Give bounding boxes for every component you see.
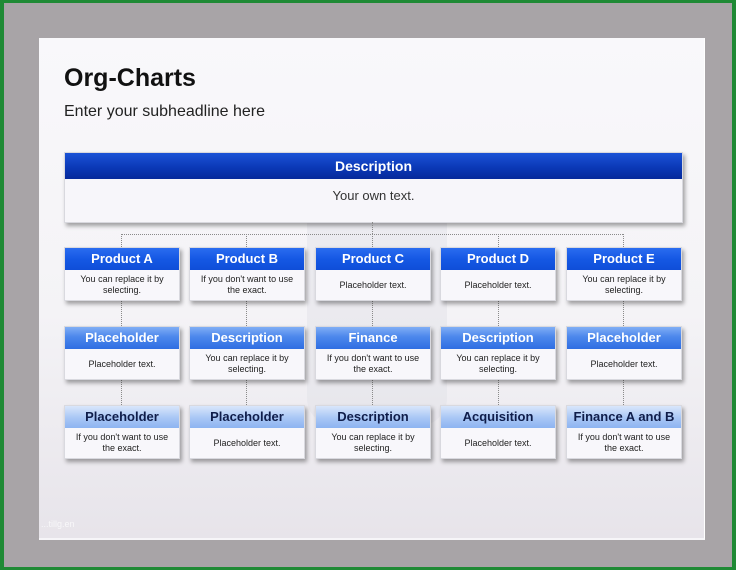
node-text: If you don't want to use the exact.	[577, 432, 671, 453]
node-text: Placeholder text.	[464, 437, 532, 448]
node-heading: Placeholder	[190, 406, 304, 428]
connector-r1-r2-col4	[498, 300, 499, 326]
connector-bus-col4	[498, 234, 499, 247]
slide-title: Org-Charts	[64, 64, 196, 92]
connector-r2-r3-col1	[121, 379, 122, 405]
org-node[interactable]: Product A You can replace it by selectin…	[64, 247, 180, 301]
node-text: You can replace it by selecting.	[80, 274, 164, 295]
connector-r2-r3-col4	[498, 379, 499, 405]
node-heading: Finance	[316, 327, 430, 349]
source-watermark: ...tillg.en	[41, 519, 75, 529]
slide-subtitle: Enter your subheadline here	[64, 103, 266, 120]
org-node[interactable]: Product E You can replace it by selectin…	[566, 247, 682, 301]
node-heading: Product B	[190, 248, 304, 270]
connector-r1-r2-col3	[372, 300, 373, 326]
connector-bus-col5	[623, 234, 624, 247]
connector-r2-r3-col5	[623, 379, 624, 405]
node-text: Placeholder text.	[464, 279, 532, 290]
node-text: If you don't want to use the exact.	[75, 432, 169, 453]
node-heading: Finance A and B	[567, 406, 681, 428]
org-node[interactable]: Acquisition Placeholder text.	[440, 405, 556, 459]
node-text: You can replace it by selecting.	[582, 274, 666, 295]
node-text: Placeholder text.	[213, 437, 281, 448]
node-heading: Description	[441, 327, 555, 349]
top-box-text: Your own text.	[332, 188, 415, 203]
org-node[interactable]: Placeholder Placeholder text.	[189, 405, 305, 459]
connector-r1-r2-col2	[246, 300, 247, 326]
org-node[interactable]: Description You can replace it by select…	[440, 326, 556, 380]
top-description-box[interactable]: Description Your own text.	[64, 152, 683, 223]
node-text: You can replace it by selecting.	[205, 353, 289, 374]
node-heading: Product A	[65, 248, 179, 270]
org-node[interactable]: Product B If you don't want to use the e…	[189, 247, 305, 301]
connector-r1-r2-col5	[623, 300, 624, 326]
node-heading: Product C	[316, 248, 430, 270]
node-heading: Product D	[441, 248, 555, 270]
connector-bus-col3	[372, 234, 373, 247]
node-text: Placeholder text.	[88, 358, 156, 369]
connector-r2-r3-col3	[372, 379, 373, 405]
background-watermark-shape	[307, 196, 447, 426]
node-heading: Product E	[567, 248, 681, 270]
org-node[interactable]: Description You can replace it by select…	[189, 326, 305, 380]
window-frame: Org-Charts Enter your subheadline here D…	[0, 0, 736, 570]
org-node[interactable]: Finance A and B If you don't want to use…	[566, 405, 682, 459]
node-heading: Description	[190, 327, 304, 349]
connector-r2-r3-col2	[246, 379, 247, 405]
org-node[interactable]: Finance If you don't want to use the exa…	[315, 326, 431, 380]
org-node[interactable]: Placeholder Placeholder text.	[64, 326, 180, 380]
org-node[interactable]: Placeholder Placeholder text.	[566, 326, 682, 380]
slide: Org-Charts Enter your subheadline here D…	[39, 38, 705, 540]
connector-top-to-bus	[372, 222, 373, 234]
connector-bus-col2	[246, 234, 247, 247]
connector-r1-r2-col1	[121, 300, 122, 326]
connector-bus-col1	[121, 234, 122, 247]
node-text: If you don't want to use the exact.	[326, 353, 420, 374]
node-text: Placeholder text.	[590, 358, 658, 369]
node-text: You can replace it by selecting.	[456, 353, 540, 374]
org-node[interactable]: Product C Placeholder text.	[315, 247, 431, 301]
node-heading: Placeholder	[65, 327, 179, 349]
node-text: You can replace it by selecting.	[331, 432, 415, 453]
node-text: Placeholder text.	[339, 279, 407, 290]
node-text: If you don't want to use the exact.	[200, 274, 294, 295]
node-heading: Acquisition	[441, 406, 555, 428]
node-heading: Placeholder	[567, 327, 681, 349]
node-heading: Placeholder	[65, 406, 179, 428]
org-node[interactable]: Description You can replace it by select…	[315, 405, 431, 459]
node-heading: Description	[316, 406, 430, 428]
org-node[interactable]: Placeholder If you don't want to use the…	[64, 405, 180, 459]
top-box-heading: Description	[65, 153, 682, 179]
org-node[interactable]: Product D Placeholder text.	[440, 247, 556, 301]
